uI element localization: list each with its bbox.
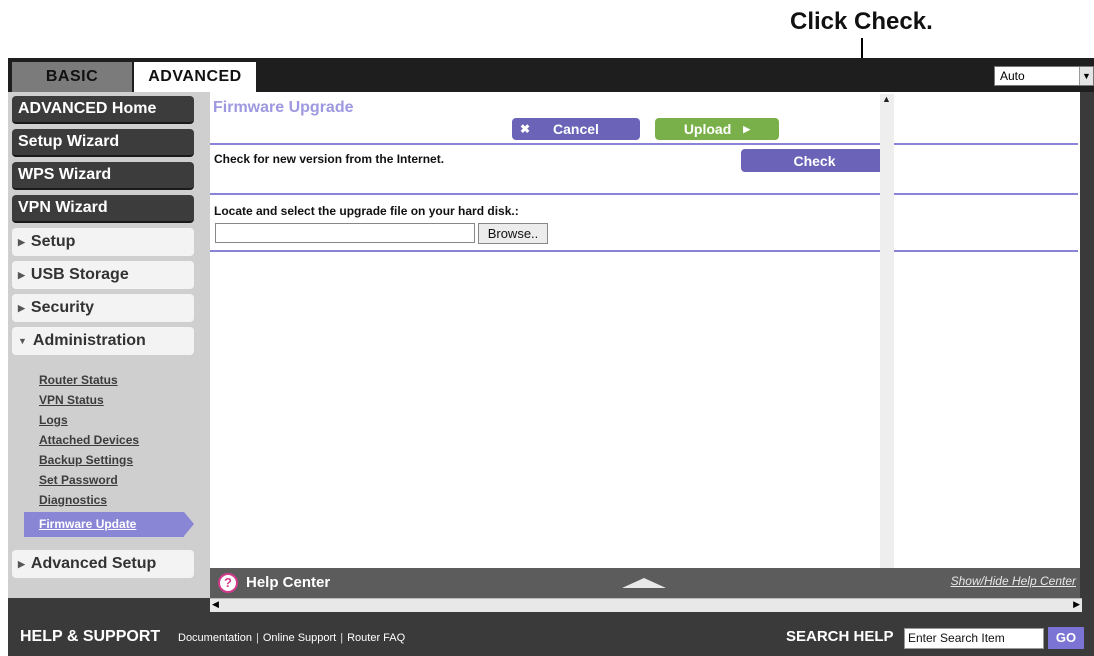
sidebar-item-setup-wizard[interactable]: Setup Wizard [12, 129, 194, 157]
triangle-right-icon: ▶ [18, 558, 25, 569]
triangle-down-icon: ▼ [18, 336, 27, 346]
page-title: Firmware Upgrade [213, 99, 354, 116]
scroll-right-icon[interactable]: ▶ [1073, 599, 1080, 610]
browse-button[interactable]: Browse.. [478, 223, 548, 244]
divider [210, 193, 1078, 195]
chevron-down-icon[interactable]: ▼ [1079, 67, 1093, 85]
language-select-value: Auto [1000, 69, 1025, 83]
cancel-button[interactable]: ✖ Cancel [512, 118, 640, 140]
search-input[interactable]: Enter Search Item [904, 628, 1044, 649]
arrow-right-icon: ▶ [743, 123, 751, 134]
top-bar: BASIC ADVANCED Auto ▼ [8, 58, 1094, 92]
help-center-bar: ? Help Center Show/Hide Help Center [210, 568, 1080, 598]
locate-description: Locate and select the upgrade file on yo… [214, 204, 519, 218]
search-help-label: SEARCH HELP [786, 628, 894, 645]
footer-links: Documentation | Online Support | Router FAQ [174, 632, 409, 644]
sidebar-item-label: Administration [32, 332, 146, 349]
question-icon: ? [218, 573, 238, 593]
cancel-label: Cancel [553, 121, 599, 137]
main-content: Firmware Upgrade ✖ Cancel Upload ▶ Check… [210, 92, 1080, 568]
divider [210, 143, 1078, 145]
link-firmware-update[interactable]: Firmware Update [24, 512, 194, 537]
sidebar-item-advanced-setup[interactable]: ▶ Advanced Setup [12, 550, 194, 578]
sidebar-item-label: Setup [30, 233, 76, 250]
show-hide-help-link[interactable]: Show/Hide Help Center [951, 574, 1076, 588]
check-description: Check for new version from the Internet. [214, 152, 445, 166]
sidebar-item-label: USB Storage [30, 266, 129, 283]
help-center-title: Help Center [246, 574, 331, 591]
scroll-left-icon[interactable]: ◀ [212, 599, 219, 610]
router-frame: BASIC ADVANCED Auto ▼ ADVANCED Home Setu… [8, 58, 1094, 656]
divider [210, 250, 1078, 252]
language-select[interactable]: Auto ▼ [994, 66, 1094, 86]
check-button[interactable]: Check [741, 149, 888, 172]
upload-button[interactable]: Upload ▶ [655, 118, 779, 140]
file-path-input[interactable] [215, 223, 475, 243]
footer: HELP & SUPPORT Documentation | Online Supp… [8, 620, 1094, 656]
link-router-status[interactable]: Router Status [39, 370, 139, 390]
sidebar-item-label: Security [30, 299, 95, 316]
triangle-right-icon: ▶ [18, 302, 25, 313]
tab-advanced[interactable]: ADVANCED [134, 62, 256, 92]
vertical-scrollbar[interactable]: ▲ ▼ [880, 94, 894, 582]
chevron-up-icon[interactable] [622, 577, 666, 589]
close-icon: ✖ [520, 122, 531, 136]
sidebar-item-label: Advanced Setup [30, 555, 157, 572]
link-documentation[interactable]: Documentation [174, 632, 256, 644]
triangle-right-icon: ▶ [18, 236, 25, 247]
administration-links: Router Status VPN Status Logs Attached D… [39, 370, 139, 510]
link-logs[interactable]: Logs [39, 410, 139, 430]
go-button[interactable]: GO [1048, 627, 1084, 649]
tab-basic[interactable]: BASIC [12, 62, 132, 92]
sidebar-item-setup[interactable]: ▶ Setup [12, 228, 194, 256]
scroll-up-icon[interactable]: ▲ [882, 94, 891, 104]
sidebar-item-wps-wizard[interactable]: WPS Wizard [12, 162, 194, 190]
horizontal-scrollbar[interactable]: ◀ ▶ [210, 598, 1082, 612]
sidebar-item-vpn-wizard[interactable]: VPN Wizard [12, 195, 194, 223]
link-diagnostics[interactable]: Diagnostics [39, 490, 139, 510]
link-set-password[interactable]: Set Password [39, 470, 139, 490]
link-attached-devices[interactable]: Attached Devices [39, 430, 139, 450]
link-online-support[interactable]: Online Support [259, 632, 340, 644]
sidebar-item-security[interactable]: ▶ Security [12, 294, 194, 322]
link-router-faq[interactable]: Router FAQ [343, 632, 409, 644]
sidebar: ADVANCED Home Setup Wizard WPS Wizard VP… [8, 92, 210, 598]
link-vpn-status[interactable]: VPN Status [39, 390, 139, 410]
link-backup-settings[interactable]: Backup Settings [39, 450, 139, 470]
sidebar-item-usb-storage[interactable]: ▶ USB Storage [12, 261, 194, 289]
footer-title: HELP & SUPPORT [20, 628, 161, 645]
sidebar-item-administration[interactable]: ▼ Administration [12, 327, 194, 355]
upload-label: Upload [683, 121, 732, 137]
triangle-right-icon: ▶ [18, 269, 25, 280]
sidebar-item-advanced-home[interactable]: ADVANCED Home [12, 96, 194, 124]
